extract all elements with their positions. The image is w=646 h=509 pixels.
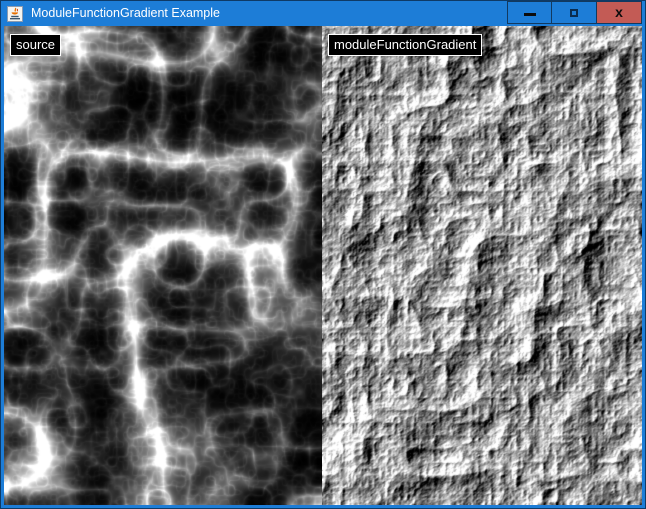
source-panel: source bbox=[4, 26, 322, 505]
window-title: ModuleFunctionGradient Example bbox=[31, 1, 220, 26]
source-image bbox=[4, 26, 322, 505]
maximize-icon bbox=[570, 9, 578, 17]
app-window: ModuleFunctionGradient Example x source … bbox=[0, 0, 646, 509]
content-area: source moduleFunctionGradient bbox=[4, 26, 642, 505]
titlebar[interactable]: ModuleFunctionGradient Example x bbox=[1, 1, 645, 26]
java-coffee-icon-svg bbox=[7, 6, 23, 22]
source-label: source bbox=[10, 34, 61, 56]
window-controls: x bbox=[507, 1, 642, 25]
module-function-gradient-label: moduleFunctionGradient bbox=[328, 34, 482, 56]
maximize-button[interactable] bbox=[552, 1, 597, 24]
close-icon: x bbox=[615, 5, 623, 19]
close-button[interactable]: x bbox=[597, 1, 642, 24]
minimize-button[interactable] bbox=[507, 1, 552, 24]
module-function-gradient-image bbox=[322, 26, 642, 505]
minimize-icon bbox=[524, 13, 536, 16]
java-coffee-icon[interactable] bbox=[7, 6, 23, 22]
module-function-gradient-panel: moduleFunctionGradient bbox=[322, 26, 642, 505]
